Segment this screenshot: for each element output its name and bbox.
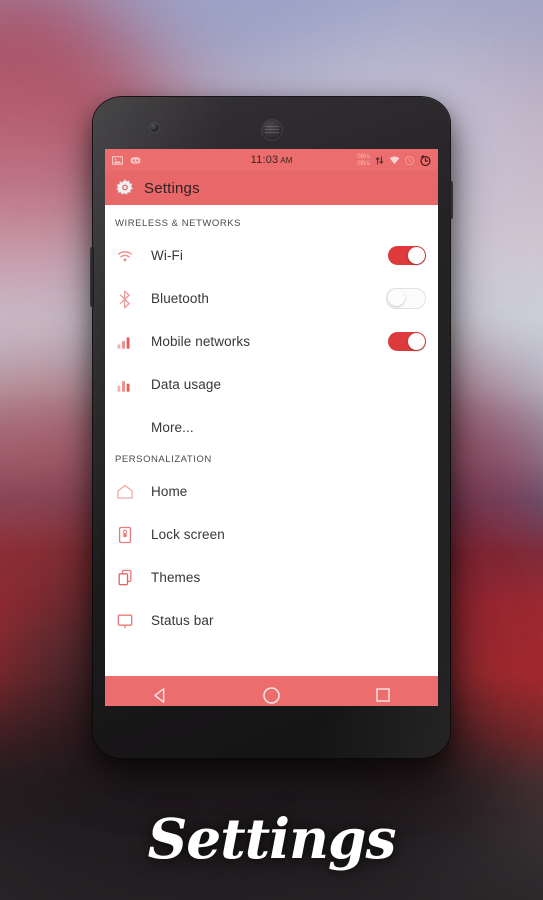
bluetooth-icon (119, 289, 130, 308)
list-item-label: Lock screen (151, 527, 225, 542)
section-header-personalization: PERSONALIZATION (115, 454, 212, 465)
bar-chart-icon (117, 380, 130, 392)
themes-layers-icon (118, 569, 132, 585)
power-button[interactable] (449, 181, 453, 219)
caption-title: Settings (147, 806, 397, 871)
android-navigation-bar (105, 676, 438, 706)
list-item-label: Mobile networks (151, 334, 251, 349)
signal-bars-icon (117, 336, 130, 349)
section-header-wireless: WIRELESS & NETWORKS (115, 218, 242, 229)
list-item-home[interactable]: Home (105, 470, 438, 513)
net-speed-down: 0B/s (356, 153, 370, 160)
list-item-wifi[interactable]: Wi-Fi (105, 234, 438, 277)
list-item-themes[interactable]: Themes (105, 556, 438, 599)
list-item-more[interactable]: More... (105, 406, 438, 449)
image-icon (112, 155, 123, 165)
list-item-data-usage[interactable]: Data usage (105, 363, 438, 406)
clock-meridiem: AM (280, 156, 293, 165)
bluetooth-toggle[interactable] (386, 288, 426, 309)
settings-list: WIRELESS & NETWORKS Wi-Fi Bluetooth Mobi… (105, 205, 438, 676)
lock-screen-icon (118, 526, 132, 543)
earpiece-speaker-icon (262, 120, 282, 140)
home-icon (117, 484, 133, 499)
phone-screen: 11:03 AM 0B/s 0B/s Settings WIRELESS & N… (105, 149, 438, 706)
status-bar: 11:03 AM 0B/s 0B/s (105, 149, 438, 171)
status-bar-notification-icons (111, 154, 142, 167)
recents-square-icon[interactable] (374, 686, 392, 704)
cyanogenmod-robot-icon (130, 156, 141, 164)
mobile-networks-toggle[interactable] (388, 332, 426, 351)
home-circle-icon[interactable] (261, 685, 282, 706)
status-bar-monitor-icon (117, 614, 133, 628)
list-item-mobile-networks[interactable]: Mobile networks (105, 320, 438, 363)
status-bar-system-icons: 0B/s 0B/s (357, 153, 432, 167)
phone-device-frame: 11:03 AM 0B/s 0B/s Settings WIRELESS & N… (90, 97, 453, 758)
wifi-icon (118, 250, 132, 261)
list-item-label: Status bar (151, 613, 214, 628)
app-bar: Settings (105, 171, 438, 205)
list-item-label: Themes (151, 570, 201, 585)
battery-icon (404, 155, 415, 165)
wifi-toggle[interactable] (388, 246, 426, 265)
list-item-status-bar[interactable]: Status bar (105, 599, 438, 642)
gear-icon (116, 179, 133, 195)
net-speed-up: 0B/s (356, 160, 370, 167)
network-speed-indicator: 0B/s 0B/s (357, 153, 370, 167)
list-item-label: More... (151, 420, 194, 435)
alarm-icon (420, 154, 431, 166)
front-camera-icon (150, 123, 159, 132)
list-item-label: Data usage (151, 377, 222, 392)
list-item-bluetooth[interactable]: Bluetooth (105, 277, 438, 320)
app-bar-title: Settings (144, 179, 200, 197)
list-item-lock-screen[interactable]: Lock screen (105, 513, 438, 556)
back-triangle-icon[interactable] (151, 686, 170, 705)
volume-button[interactable] (90, 247, 94, 307)
data-transfer-icon (375, 155, 384, 165)
list-item-label: Home (151, 484, 188, 499)
list-item-label: Bluetooth (151, 291, 209, 306)
wifi-icon (389, 156, 400, 164)
list-item-label: Wi-Fi (151, 248, 183, 263)
clock-time: 11:03 (250, 154, 279, 166)
